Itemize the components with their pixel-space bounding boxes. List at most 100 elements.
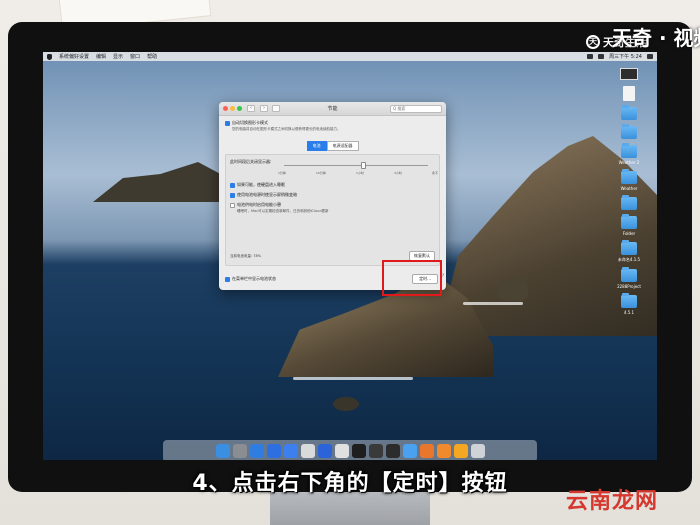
desktop-icon[interactable]: Weather	[620, 169, 638, 191]
dock-app-icon[interactable]	[470, 444, 485, 458]
battery-option-checkbox[interactable]	[230, 182, 235, 188]
desktop-icon-label: 2288Project	[617, 284, 641, 289]
menu-item-view[interactable]: 显示	[113, 53, 123, 60]
dock-app-icon[interactable]	[385, 444, 400, 458]
auto-switch-description: 您的电脑将自动在图形卡模式之间切换以便获得更长的电池续航能力。	[232, 127, 341, 131]
slider-knob[interactable]	[361, 162, 366, 169]
slider-tick: 15分钟	[316, 171, 326, 175]
slider-tick: 1小时	[355, 171, 364, 175]
folder-icon	[621, 267, 637, 282]
watermark-bottom-right: 云南龙网	[566, 488, 659, 514]
wave-foam	[463, 302, 523, 305]
dock-app-icon[interactable]	[215, 444, 230, 458]
desktop-screen: 系统偏好设置 编辑 显示 窗口 帮助 周三下午 5:24 Weather 2 We…	[43, 52, 657, 460]
desktop-icon[interactable]: 2288Project	[617, 267, 641, 289]
menu-clock[interactable]: 周三下午 5:24	[609, 53, 642, 60]
watermark-top-right: 天奇 · 视频	[612, 26, 700, 50]
slider-tick: 永不	[431, 171, 438, 175]
watermark-logo-icon: 天	[586, 35, 600, 49]
dock-app-icon[interactable]	[249, 444, 264, 458]
dock-app-icon[interactable]	[334, 444, 349, 458]
menu-bar-battery-checkbox[interactable]	[225, 276, 230, 282]
battery-options: 如果可能，使硬盘进入睡眠使用电池电源时使显示屏稍微变暗 电池供电时启用电能小憩睡眠…	[230, 182, 329, 214]
menu-bar: 系统偏好设置 编辑 显示 窗口 帮助 周三下午 5:24	[43, 52, 657, 61]
display-off-slider[interactable]	[284, 162, 428, 169]
dock-app-icon[interactable]	[317, 444, 332, 458]
desktop-icon-label: Folder	[622, 231, 636, 236]
battery-option-checkbox[interactable]	[230, 192, 235, 198]
menu-bar-battery-row[interactable]: 在菜单栏中显示电池状态	[225, 276, 276, 282]
battery-option-label: 如果可能，使硬盘进入睡眠	[237, 182, 285, 187]
dock-app-icon[interactable]	[300, 444, 315, 458]
tab-power-adapter[interactable]: 电源适配器	[326, 141, 359, 151]
battery-option-checkbox[interactable]	[230, 202, 235, 208]
desktop-icon[interactable]: 4.5.1	[621, 293, 637, 315]
dock-app-icon[interactable]	[351, 444, 366, 458]
minimize-icon[interactable]	[230, 106, 235, 111]
close-icon[interactable]	[223, 106, 228, 111]
forward-arrow-icon[interactable]: ›	[260, 105, 268, 112]
folder-icon	[621, 240, 637, 255]
desktop-icon-label: Weather 2	[618, 160, 640, 165]
screenshot-icon	[620, 68, 638, 80]
desktop-icon[interactable]	[621, 105, 637, 120]
desktop-icon-label: Weather	[620, 186, 638, 191]
desktop-icon[interactable]: Folder	[621, 214, 637, 236]
dock-app-icon[interactable]	[232, 444, 247, 458]
desktop-icons: Weather 2 Weather Folder 未命名4.1.5 2288Projec…	[615, 68, 643, 315]
menu-status-area: 周三下午 5:24	[587, 53, 653, 60]
battery-option-row[interactable]: 使用电池电源时使显示屏稍微变暗	[230, 192, 329, 198]
power-source-tabs: 电池 电源适配器	[225, 141, 440, 151]
battery-option-row[interactable]: 电池供电时启用电能小憩	[230, 202, 329, 208]
battery-level-text: 当前电池电量: 78%	[230, 254, 262, 258]
power-nap-description: 睡眠时，Mac可以定期检查新邮件、日历和其他iCloud更新	[237, 209, 329, 213]
desktop-icon[interactable]: 未命名4.1.5	[618, 240, 640, 263]
battery-option-label: 电池供电时启用电能小憩	[237, 202, 281, 207]
battery-icon[interactable]	[598, 54, 605, 59]
desktop-icon[interactable]	[623, 86, 635, 101]
help-icon[interactable]: ?	[442, 273, 444, 278]
auto-switch-label: 自动切换图形卡模式	[232, 120, 268, 125]
rock-small	[498, 277, 528, 301]
slider-tick: 3小时	[393, 171, 402, 175]
desktop-icon[interactable]	[621, 195, 637, 210]
folder-icon	[621, 169, 637, 184]
menu-item-edit[interactable]: 编辑	[96, 53, 106, 60]
folder-icon	[621, 105, 637, 120]
tab-battery[interactable]: 电池	[306, 141, 327, 151]
dock	[163, 440, 537, 460]
show-all-grid-icon[interactable]	[272, 105, 280, 112]
menu-item-window[interactable]: 窗口	[130, 53, 140, 60]
menu-app-name[interactable]: 系统偏好设置	[59, 53, 89, 60]
dock-app-icon[interactable]	[419, 444, 434, 458]
search-input[interactable]	[390, 104, 442, 113]
desktop-icon[interactable]	[621, 124, 637, 139]
dock-app-icon[interactable]	[283, 444, 298, 458]
dock-app-icon[interactable]	[368, 444, 383, 458]
menu-item-help[interactable]: 帮助	[147, 53, 157, 60]
window-titlebar: ‹ › 节能	[219, 102, 446, 116]
zoom-icon[interactable]	[237, 106, 242, 111]
desktop-icon-label: 4.5.1	[623, 310, 635, 315]
desktop-icon[interactable]: Weather 2	[618, 143, 640, 165]
auto-switch-row[interactable]: 自动切换图形卡模式	[225, 120, 440, 126]
dock-app-icon[interactable]	[402, 444, 417, 458]
dock-app-icon[interactable]	[266, 444, 281, 458]
auto-switch-checkbox[interactable]	[225, 120, 230, 126]
document-icon	[623, 86, 635, 101]
menu-bar-battery-label: 在菜单栏中显示电池状态	[232, 276, 276, 281]
desktop-icon[interactable]	[620, 68, 638, 80]
dock-app-icon[interactable]	[436, 444, 451, 458]
folder-icon	[620, 143, 637, 158]
slider-ticks: 1分钟 15分钟 1小时 3小时 永不	[278, 171, 438, 175]
folder-icon	[621, 124, 637, 139]
wave-foam	[293, 377, 413, 380]
battery-option-label: 使用电池电源时使显示屏稍微变暗	[237, 192, 297, 197]
battery-option-row[interactable]: 如果可能，使硬盘进入睡眠	[230, 182, 329, 188]
apple-icon[interactable]	[47, 53, 52, 60]
slider-tick: 1分钟	[278, 171, 286, 175]
dock-app-icon[interactable]	[453, 444, 468, 458]
spotlight-icon[interactable]	[647, 54, 653, 59]
wifi-icon[interactable]	[587, 54, 594, 59]
back-arrow-icon[interactable]: ‹	[247, 105, 255, 112]
